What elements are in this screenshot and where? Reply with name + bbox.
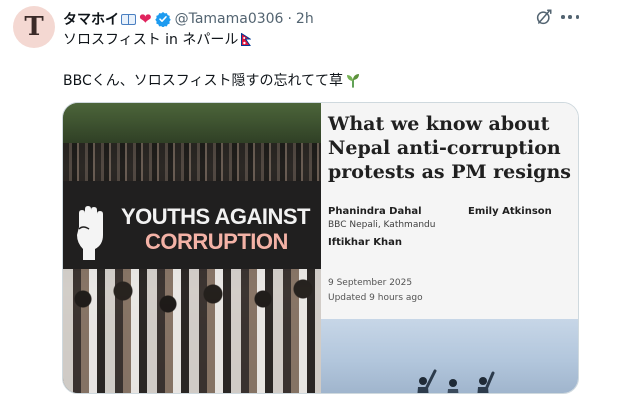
user-handle[interactable]: @Tamama0306 <box>175 11 284 27</box>
publish-date: 9 September 2025 <box>328 278 413 288</box>
author-name: Iftikhar Khan <box>328 237 402 248</box>
sky-photo <box>321 319 578 393</box>
verified-badge-icon <box>154 12 171 27</box>
photo-crowd-top <box>63 143 321 183</box>
author-org: BBC Nepali, Kathmandu <box>328 220 436 230</box>
article-panel: What we know about Nepal anti-corruption… <box>321 103 578 319</box>
more-options-icon[interactable] <box>561 8 579 26</box>
photo-crowd-bottom <box>63 269 321 393</box>
tweet-text-body: BBCくん、ソロスフィスト隠すの忘れてて草 <box>63 73 344 89</box>
timestamp[interactable]: 2h <box>296 11 314 27</box>
grok-icon[interactable] <box>535 8 553 26</box>
banner-text-line1: YOUTHS AGAINST <box>121 204 310 229</box>
book-icon <box>121 13 137 26</box>
banner-text-line2: CORRUPTION <box>145 229 288 254</box>
tweet-header: タマホイ ❤ @Tamama0306 · 2h <box>63 9 314 29</box>
protest-photo: YOUTHS AGAINST CORRUPTION <box>63 103 321 393</box>
updated-time: Updated 9 hours ago <box>328 293 423 303</box>
seedling-icon <box>347 74 360 88</box>
link-preview-card[interactable]: YOUTHS AGAINST CORRUPTION What we know a… <box>62 102 579 394</box>
avatar[interactable]: T <box>13 6 55 48</box>
profile-subtitle: ソロスフィスト in ネパール <box>63 29 252 49</box>
author-name: Emily Atkinson <box>468 206 552 217</box>
photo-trees <box>63 103 321 145</box>
display-name[interactable]: タマホイ <box>63 9 119 29</box>
author-name: Phanindra Dahal <box>328 206 422 217</box>
avatar-letter: T <box>24 12 44 42</box>
dot-separator: · <box>287 11 292 27</box>
article-headline: What we know about Nepal anti-corruption… <box>328 113 571 183</box>
celebrating-figures <box>417 369 495 393</box>
profile-subtitle-text: ソロスフィスト in ネパール <box>63 32 239 48</box>
tweet-text: BBCくん、ソロスフィスト隠すの忘れてて草 <box>63 70 361 90</box>
heart-icon: ❤ <box>139 10 152 28</box>
nepal-flag-icon <box>241 32 252 46</box>
raised-fist-icon <box>77 206 103 260</box>
